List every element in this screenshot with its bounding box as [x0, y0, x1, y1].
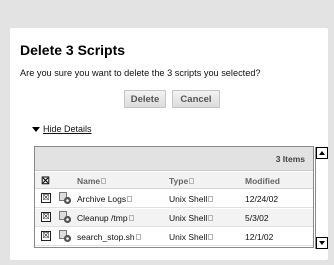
- sort-indicator-icon: [208, 234, 214, 240]
- row-type-label: Unix Shell: [169, 213, 208, 223]
- table-header: ☒ Name Type Modified: [35, 172, 313, 189]
- column-header-name[interactable]: Name: [77, 176, 107, 186]
- column-header-type-label: Type: [169, 176, 189, 186]
- arrow-up-icon: [319, 151, 325, 155]
- table-row[interactable]: ☒ Archive Logs Unix Shell 12/24/02: [35, 190, 313, 208]
- row-type: Unix Shell: [169, 213, 214, 223]
- column-header-name-label: Name: [77, 176, 101, 186]
- row-modified: 12/1/02: [245, 232, 274, 242]
- scripts-table: 3 Items ☒ Name Type Modified ☒ Archive L…: [34, 146, 328, 249]
- sort-indicator-icon: [101, 178, 107, 184]
- select-all-check-mark: ☒: [41, 176, 50, 187]
- row-type: Unix Shell: [169, 232, 214, 242]
- row-checkbox[interactable]: ☒: [41, 212, 51, 222]
- table-row[interactable]: ☒ search_stop.sh Unix Shell 12/1/02: [35, 228, 313, 246]
- row-modified: 5/3/02: [245, 213, 269, 223]
- gear-script-icon: [59, 192, 72, 205]
- cancel-button[interactable]: Cancel: [172, 90, 220, 108]
- scroll-up-button[interactable]: [316, 147, 328, 159]
- gear-script-icon: [59, 211, 72, 224]
- dialog-title: Delete 3 Scripts: [20, 42, 126, 58]
- disclosure-triangle-icon: [32, 126, 40, 132]
- row-checkbox[interactable]: ☒: [41, 193, 51, 203]
- row-modified: 12/24/02: [245, 194, 279, 204]
- window-top-bar: [0, 0, 334, 28]
- column-header-modified[interactable]: Modified: [245, 176, 280, 186]
- sort-indicator-icon: [189, 178, 195, 184]
- item-count: 3 Items: [275, 154, 305, 164]
- hide-details-toggle[interactable]: Hide Details: [32, 124, 92, 134]
- row-type: Unix Shell: [169, 194, 214, 204]
- table-count-bar: 3 Items: [35, 147, 313, 171]
- scroll-down-button[interactable]: [316, 237, 328, 249]
- row-checkbox[interactable]: ☒: [41, 231, 51, 241]
- sort-indicator-icon: [127, 196, 133, 202]
- row-name: Archive Logs: [77, 194, 133, 204]
- column-header-modified-label: Modified: [245, 176, 280, 186]
- row-name: Cleanup /tmp: [77, 213, 134, 223]
- row-name: search_stop.sh: [77, 232, 141, 242]
- table-scrollbar[interactable]: [315, 147, 328, 249]
- row-type-label: Unix Shell: [169, 232, 208, 242]
- table-row[interactable]: ☒ Cleanup /tmp Unix Shell 5/3/02: [35, 209, 313, 227]
- select-all-checkbox[interactable]: ☒: [41, 176, 50, 187]
- column-header-type[interactable]: Type: [169, 176, 195, 186]
- gear-script-icon: [59, 230, 72, 243]
- sort-indicator-icon: [208, 196, 214, 202]
- arrow-down-icon: [319, 241, 325, 245]
- confirmation-question: Are you sure you want to delete the 3 sc…: [20, 68, 261, 78]
- row-type-label: Unix Shell: [169, 194, 208, 204]
- delete-button[interactable]: Delete: [124, 90, 166, 108]
- sort-indicator-icon: [128, 215, 134, 221]
- sort-indicator-icon: [135, 234, 141, 240]
- sort-indicator-icon: [208, 215, 214, 221]
- row-name-label: Cleanup /tmp: [77, 213, 128, 223]
- row-name-label: Archive Logs: [77, 194, 127, 204]
- hide-details-link[interactable]: Hide Details: [43, 124, 92, 134]
- row-name-label: search_stop.sh: [77, 232, 135, 242]
